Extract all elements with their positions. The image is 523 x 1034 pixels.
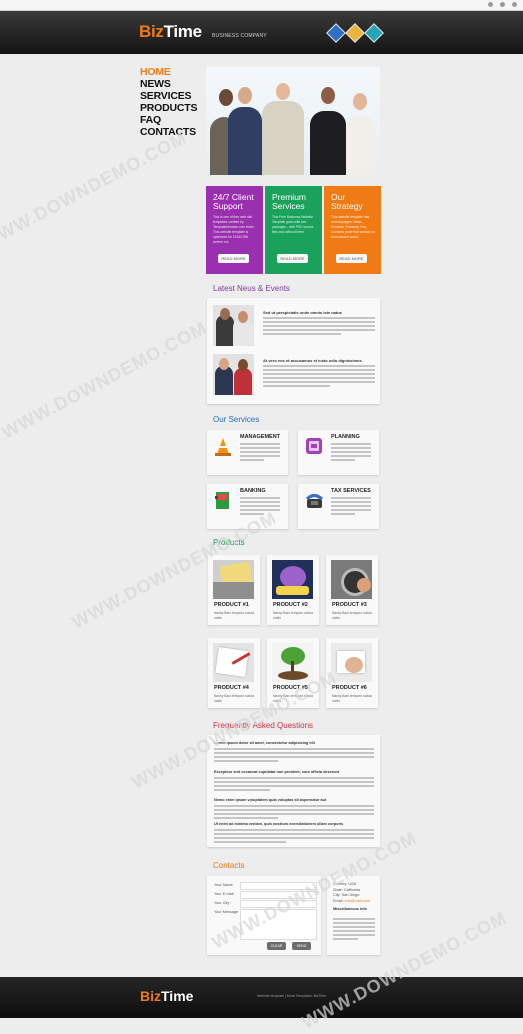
product-name: PRODUCT #3 bbox=[332, 602, 367, 608]
service-card-management[interactable]: MANAGEMENT bbox=[207, 430, 288, 475]
feature-box-support: 24/7 Client Support This is one of free w… bbox=[206, 186, 263, 274]
product-image bbox=[213, 560, 254, 599]
binder-icon bbox=[213, 490, 233, 510]
nav-faq[interactable]: FAQ bbox=[140, 114, 197, 126]
service-card-tax[interactable]: TAX SERVICES bbox=[298, 484, 379, 529]
minimize-icon[interactable] bbox=[488, 2, 493, 7]
product-image bbox=[213, 643, 254, 682]
site-logo[interactable]: BizTime bbox=[139, 22, 202, 42]
faq-question[interactable]: Excepteur sint occaecat cupidatat non pr… bbox=[214, 770, 339, 774]
send-button[interactable]: SEND bbox=[292, 942, 311, 950]
footer-logo[interactable]: BizTime bbox=[140, 988, 193, 1004]
product-desc: Nashy Baro temporo soluta nobis bbox=[332, 611, 372, 620]
feature-text: This is one of free web site templates c… bbox=[213, 215, 255, 244]
feature-text: This website template has several pages:… bbox=[331, 215, 375, 239]
service-card-planning[interactable]: PLANNING bbox=[298, 430, 379, 475]
product-card-1[interactable]: PRODUCT #1 Nashy Baro temporo soluta nob… bbox=[208, 555, 260, 625]
service-name: PLANNING bbox=[331, 434, 360, 440]
feature-text: This Free Business Website Template goes… bbox=[272, 215, 314, 234]
product-image bbox=[331, 560, 372, 599]
news-heading[interactable]: At vero eos et accusamus et iusto odio d… bbox=[263, 358, 362, 363]
faq-answer bbox=[214, 829, 374, 845]
news-title: Latest Neus & Events bbox=[213, 284, 290, 293]
maximize-icon[interactable] bbox=[500, 2, 505, 7]
nav-news[interactable]: NEWS bbox=[140, 78, 197, 90]
product-card-3[interactable]: PRODUCT #3 Nashy Baro temporo soluta nob… bbox=[326, 555, 378, 625]
watermark: WWW.DOWNDEMO.COM bbox=[0, 317, 211, 443]
product-desc: Nashy Baro temporo soluta nobis bbox=[214, 611, 254, 620]
footer-logo-biz: Biz bbox=[140, 988, 161, 1004]
feature-title: 24/7 Client Support bbox=[213, 192, 254, 211]
nav-products[interactable]: PRODUCTS bbox=[140, 102, 198, 114]
product-name: PRODUCT #1 bbox=[214, 602, 249, 608]
services-title: Our Services bbox=[213, 415, 260, 424]
name-label: Your Name bbox=[214, 883, 233, 887]
feature-title: Our Strategy bbox=[331, 192, 363, 211]
logo-time: Time bbox=[163, 22, 202, 41]
faq-answer bbox=[214, 805, 374, 821]
hero-team-photo bbox=[206, 67, 380, 175]
service-text bbox=[240, 443, 280, 463]
service-name: MANAGEMENT bbox=[240, 434, 281, 440]
news-text bbox=[263, 317, 375, 337]
browser-strip bbox=[0, 0, 523, 11]
product-card-4[interactable]: PRODUCT #4 Nashy Baro temporo soluta nob… bbox=[208, 638, 260, 708]
product-image bbox=[331, 643, 372, 682]
product-image bbox=[272, 560, 313, 599]
logo-biz: Biz bbox=[139, 22, 164, 41]
feature-box-strategy: Our Strategy This website template has se… bbox=[324, 186, 381, 274]
city-label: Your City bbox=[214, 901, 230, 905]
contacts-title: Contacts bbox=[213, 861, 245, 870]
footer-copyright[interactable]: Website template | More Templates: BizTi… bbox=[257, 994, 326, 998]
footer-logo-time: Time bbox=[161, 988, 194, 1004]
news-text bbox=[263, 365, 375, 389]
cone-icon bbox=[213, 436, 233, 456]
nav-services[interactable]: SERVICES bbox=[140, 90, 197, 102]
clear-button[interactable]: CLEAR bbox=[267, 942, 286, 950]
read-more-button[interactable]: READ MORE bbox=[277, 254, 308, 263]
service-name: TAX SERVICES bbox=[331, 488, 371, 494]
info-key: City: bbox=[333, 893, 341, 898]
info-value: California bbox=[343, 887, 361, 892]
product-desc: Nashy Baro temporo soluta nobis bbox=[214, 694, 254, 703]
service-text bbox=[331, 497, 371, 517]
watermark: WWW.DOWNDEMO.COM bbox=[0, 127, 191, 253]
info-key: Email: bbox=[333, 898, 344, 903]
product-card-2[interactable]: PRODUCT #2 Nashy Baro temporo soluta nob… bbox=[267, 555, 319, 625]
product-name: PRODUCT #2 bbox=[273, 602, 308, 608]
close-icon[interactable] bbox=[512, 2, 517, 7]
product-name: PRODUCT #4 bbox=[214, 685, 249, 691]
product-desc: Nashy Baro temporo soluta nobis bbox=[273, 611, 313, 620]
faq-answer bbox=[214, 748, 374, 764]
email-label: Your E-mail bbox=[214, 892, 234, 896]
faq-question[interactable]: Nemo enim ipsam voluptatem quia voluptas… bbox=[214, 798, 326, 802]
feature-box-services: Premium Services This Free Business Websi… bbox=[265, 186, 322, 274]
product-image bbox=[272, 643, 313, 682]
nav-home[interactable]: HOME bbox=[140, 66, 197, 78]
faq-answer bbox=[214, 777, 374, 793]
service-name: BANKING bbox=[240, 488, 266, 494]
tagline: BUSINESS COMPANY bbox=[212, 33, 267, 39]
news-image[interactable] bbox=[213, 354, 254, 395]
feature-title: Premium Services bbox=[272, 192, 307, 211]
info-value: San Diego bbox=[341, 893, 360, 898]
news-heading[interactable]: Sed ut perspiciatis unde omnis iste natu… bbox=[263, 310, 342, 315]
message-label: Your Message bbox=[214, 910, 239, 914]
service-text bbox=[331, 443, 371, 463]
read-more-button[interactable]: READ MORE bbox=[336, 254, 367, 263]
main-nav: HOME NEWS SERVICES PRODUCTS FAQ CONTACTS bbox=[140, 66, 198, 138]
planner-icon bbox=[304, 436, 324, 456]
info-value[interactable]: info@mail.com bbox=[345, 899, 370, 903]
news-image[interactable] bbox=[213, 305, 254, 346]
faq-question[interactable]: Ut enim ad minima veniam, quis nostrum e… bbox=[214, 822, 343, 826]
misc-info-text bbox=[333, 918, 375, 942]
misc-info-title: Miscellaneous info bbox=[333, 907, 367, 912]
phone-icon bbox=[304, 490, 324, 510]
read-more-button[interactable]: READ MORE bbox=[218, 254, 249, 263]
product-desc: Nashy Baro temporo soluta nobis bbox=[332, 694, 372, 703]
